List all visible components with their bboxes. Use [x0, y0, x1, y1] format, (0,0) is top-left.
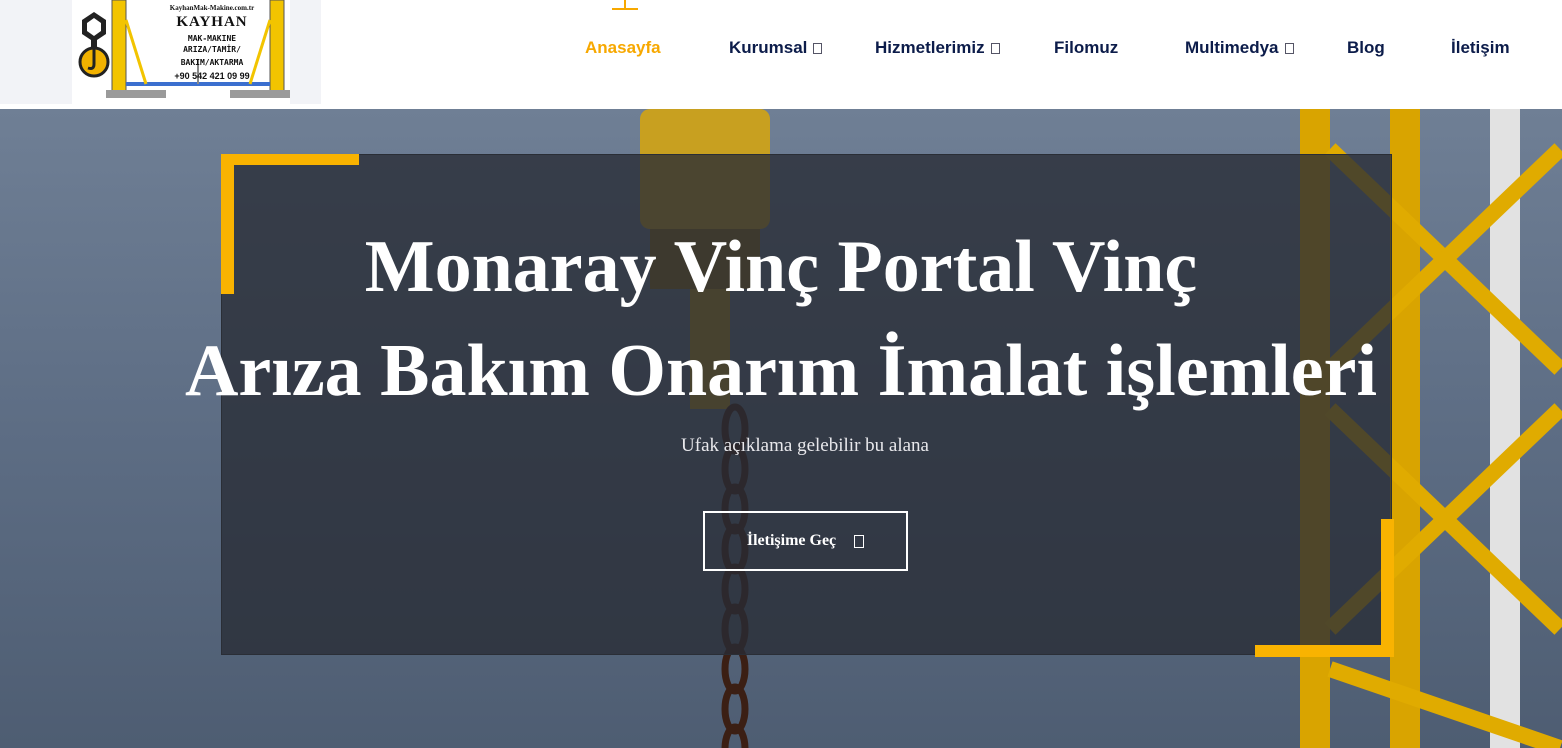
hero-title-line-1: Monaray Vinç Portal Vinç	[364, 226, 1198, 308]
nav-item-label: Filomuz	[1054, 38, 1119, 57]
nav-item-label: Multimedya	[1185, 38, 1279, 57]
hero-subtitle: Ufak açıklama gelebilir bu alana	[681, 435, 929, 456]
nav-item-iletisim[interactable]: İletişim	[1451, 38, 1510, 58]
nav-item-multimedya[interactable]: Multimedya	[1185, 38, 1294, 58]
nav-item-label: Blog	[1347, 38, 1385, 57]
nav-item-label: Hizmetlerimiz	[875, 38, 985, 57]
nav-item-blog[interactable]: Blog	[1347, 38, 1385, 58]
hero-title-line-2: Arıza Bakım Onarım İmalat işlemleri	[184, 330, 1378, 412]
frame-corner-bottom-right-vertical	[1381, 519, 1394, 657]
frame-corner-bottom-right	[1255, 645, 1394, 657]
dropdown-caret-icon	[813, 43, 823, 54]
dropdown-caret-icon	[1284, 43, 1294, 54]
arrow-icon	[854, 534, 865, 548]
contact-cta-button[interactable]: İletişime Geç	[703, 511, 908, 571]
nav-item-anasayfa[interactable]: Anasayfa	[585, 38, 661, 58]
nav-item-kurumsal[interactable]: Kurumsal	[729, 38, 823, 58]
nav-item-label: Kurumsal	[729, 38, 808, 57]
hero-slider: Monaray Vinç Portal Vinç Arıza Bakım Ona…	[0, 109, 1562, 748]
cta-label: İletişime Geç	[746, 532, 837, 549]
active-indicator-icon	[612, 0, 638, 10]
nav-item-hizmetlerimiz[interactable]: Hizmetlerimiz	[875, 38, 1000, 58]
nav-item-label: İletişim	[1451, 38, 1510, 57]
nav-item-label: Anasayfa	[585, 38, 661, 57]
dropdown-caret-icon	[990, 43, 1000, 54]
hero-title: Monaray Vinç Portal Vinç Arıza Bakım Ona…	[0, 215, 1562, 423]
frame-corner-top-left	[221, 154, 359, 165]
site-header: KayhanMak-Makine.com.tr KAYHAN MAK-MAKIN…	[0, 0, 1562, 109]
nav-item-filomuz[interactable]: Filomuz	[1054, 38, 1118, 58]
main-nav: Anasayfa Kurumsal Hizmetlerimiz Filomuz …	[0, 0, 1562, 100]
